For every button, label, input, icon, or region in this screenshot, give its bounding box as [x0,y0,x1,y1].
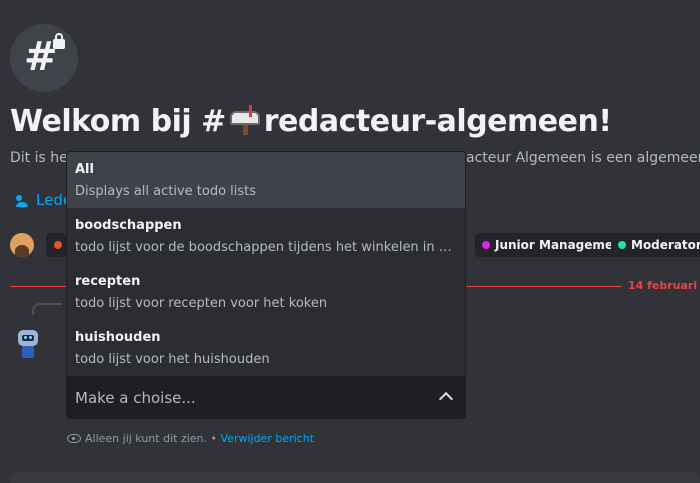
role-color-dot [618,241,626,249]
select-placeholder: Make a choise... [75,389,196,407]
reply-connector [32,303,62,315]
channel-intro-left: Dit is he [10,150,68,166]
welcome-prefix: Welkom bij # [10,104,226,139]
option-description: Displays all active todo lists [75,184,257,199]
role-label: Junior Management [495,238,628,252]
ephemeral-text: Alleen jij kunt dit zien. • [85,432,221,445]
select-option-recepten[interactable]: recepten todo lijst voor recepten voor h… [67,264,465,320]
option-name: recepten [75,274,141,289]
members-icon [16,195,30,207]
channel-name: redacteur-algemeen! [263,104,612,139]
mailbox-emoji [228,105,262,135]
option-description: todo lijst voor de boodschappen tijdens … [75,240,457,255]
dismiss-message-link[interactable]: Verwijder bericht [221,432,315,445]
role-pill-partial[interactable] [46,233,66,257]
option-name: boodschappen [75,218,182,233]
channel-intro-right: acteur Algemeen is een algemeen ka [466,150,700,166]
eye-icon [67,434,81,443]
role-dot [54,241,62,249]
divider-date: 14 februari 20 [628,279,700,292]
message-composer[interactable] [10,472,700,483]
welcome-heading: Welkom bij # redacteur-algemeen! [10,102,612,142]
bot-avatar[interactable] [14,326,42,366]
select-input[interactable]: Make a choise... [67,376,465,418]
select-option-all[interactable]: All Displays all active todo lists [67,152,465,208]
option-description: todo lijst voor recepten voor het koken [75,296,328,311]
option-name: All [75,162,94,177]
option-description: todo lijst voor het huishouden [75,352,270,367]
option-name: huishouden [75,330,161,345]
todo-select-menu: All Displays all active todo lists boods… [66,151,466,419]
role-color-dot [482,241,490,249]
user-avatar[interactable] [10,233,34,257]
members-link[interactable]: Lede [16,191,72,209]
role-label: Moderator [631,238,700,252]
ephemeral-notice: Alleen jij kunt dit zien. • Verwijder be… [67,432,314,445]
channel-hash-lock-icon: # [10,24,78,92]
chevron-up-icon [438,391,454,407]
role-pill-moderator[interactable]: Moderator [611,233,700,257]
select-option-boodschappen[interactable]: boodschappen todo lijst voor de boodscha… [67,208,465,264]
select-option-huishouden[interactable]: huishouden todo lijst voor het huishoude… [67,320,465,376]
